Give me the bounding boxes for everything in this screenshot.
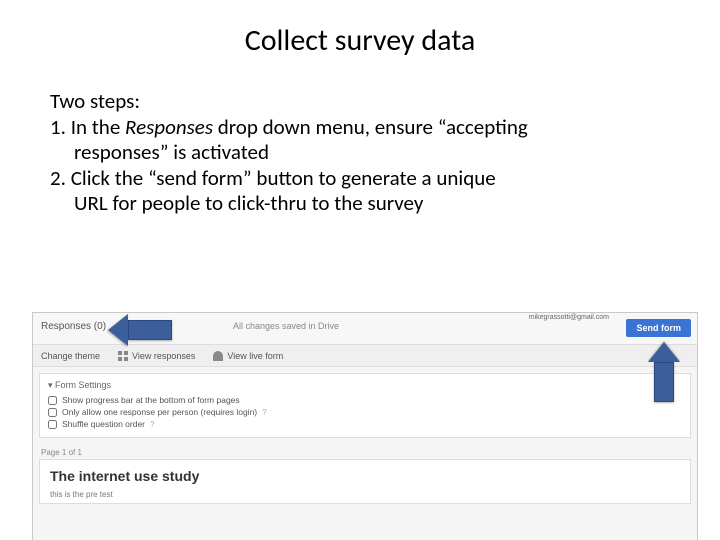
arrow-to-send-form xyxy=(648,342,680,402)
change-theme-button[interactable]: Change theme xyxy=(41,351,100,361)
step-1-text-b: drop down menu, ensure “accepting xyxy=(213,114,528,140)
checkbox-progress-bar[interactable] xyxy=(48,396,57,405)
step-1-emphasis: Responses xyxy=(125,114,213,140)
checkbox-shuffle[interactable] xyxy=(48,420,57,429)
slide-title: Collect survey data xyxy=(0,22,720,59)
setting-one-response-label: Only allow one response per person (requ… xyxy=(62,407,257,417)
form-description: this is the pre test xyxy=(50,490,680,499)
arrow-shaft xyxy=(128,320,172,340)
step-1-line-2: responses” is activated xyxy=(50,140,670,166)
arrow-head-icon xyxy=(648,342,680,362)
slide-body: Two steps: 1. In the Responses drop down… xyxy=(50,89,670,217)
arrow-to-responses xyxy=(108,314,172,346)
setting-progress-bar-label: Show progress bar at the bottom of form … xyxy=(62,395,240,405)
step-1-text-a: 1. In the xyxy=(50,114,125,140)
checkbox-one-response[interactable] xyxy=(48,408,57,417)
view-responses-button[interactable]: View responses xyxy=(118,351,195,361)
form-settings-title-text: Form Settings xyxy=(55,380,111,390)
step-1-line-1: 1. In the Responses drop down menu, ensu… xyxy=(50,115,670,141)
view-live-form-label: View live form xyxy=(227,351,283,361)
setting-shuffle[interactable]: Shuffle question order ? xyxy=(48,419,682,429)
form-settings-panel: ▾ Form Settings Show progress bar at the… xyxy=(39,373,691,438)
help-icon[interactable]: ? xyxy=(262,408,266,417)
arrow-head-icon xyxy=(108,314,128,346)
change-theme-label: Change theme xyxy=(41,351,100,361)
page-indicator: Page 1 of 1 xyxy=(41,448,691,457)
form-preview-panel: The internet use study this is the pre t… xyxy=(39,459,691,504)
account-email: mikegrassotti@gmail.com xyxy=(529,314,609,321)
arrow-shaft xyxy=(654,362,674,402)
person-icon xyxy=(213,351,223,361)
view-responses-label: View responses xyxy=(132,351,195,361)
form-settings-title: ▾ Form Settings xyxy=(48,380,682,391)
view-live-form-button[interactable]: View live form xyxy=(213,351,283,361)
setting-progress-bar[interactable]: Show progress bar at the bottom of form … xyxy=(48,395,682,405)
step-2-line-2: URL for people to click-thru to the surv… xyxy=(50,191,670,217)
setting-one-response[interactable]: Only allow one response per person (requ… xyxy=(48,407,682,417)
lead-line: Two steps: xyxy=(50,89,670,115)
grid-icon xyxy=(118,351,128,361)
setting-shuffle-label: Shuffle question order xyxy=(62,419,145,429)
menu-responses[interactable]: Responses (0) xyxy=(41,321,106,332)
embedded-screenshot: mikegrassotti@gmail.com Responses (0) el… xyxy=(32,312,698,540)
form-title: The internet use study xyxy=(50,468,680,484)
save-status: All changes saved in Drive xyxy=(233,321,339,331)
send-form-button[interactable]: Send form xyxy=(626,319,691,337)
step-2-line-1: 2. Click the “send form” button to gener… xyxy=(50,166,670,192)
help-icon-2[interactable]: ? xyxy=(150,420,154,429)
secondary-toolbar: Change theme View responses View live fo… xyxy=(33,345,697,367)
slide: Collect survey data Two steps: 1. In the… xyxy=(0,22,720,540)
